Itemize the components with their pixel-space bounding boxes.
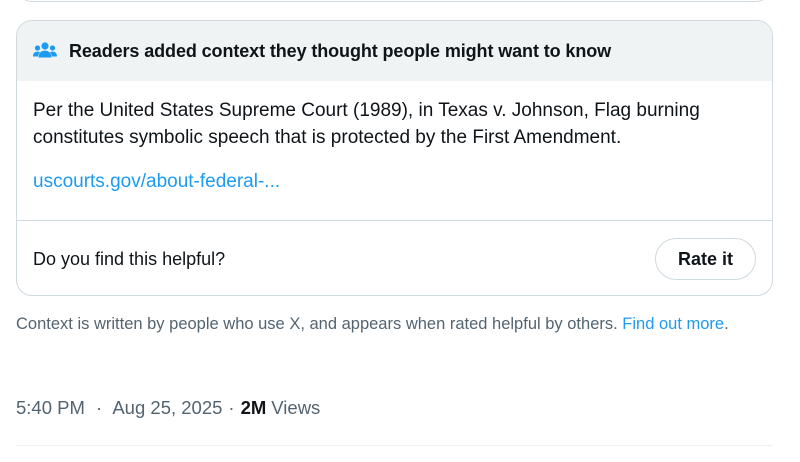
post-detail: Readers added context they thought peopl… <box>0 0 800 462</box>
divider <box>16 445 773 446</box>
post-time: 5:40 PM <box>16 397 85 418</box>
previous-card-edge <box>16 0 772 2</box>
post-timestamp-link[interactable]: 5:40 PM · Aug 25, 2025 <box>16 397 222 419</box>
rate-it-button[interactable]: Rate it <box>654 238 756 280</box>
meta-separator: · <box>96 397 103 418</box>
people-icon <box>33 41 57 61</box>
community-note-footer: Do you find this helpful? Rate it <box>17 221 772 295</box>
meta-separator: · <box>228 397 235 418</box>
views-label: Views <box>271 397 321 418</box>
views-count: 2M <box>240 397 267 418</box>
community-note-text: Per the United States Supreme Court (198… <box>33 100 700 148</box>
source-link[interactable]: uscourts.gov/about-federal-... <box>33 171 280 193</box>
context-disclaimer-suffix: . <box>724 315 729 333</box>
community-note-header: Readers added context they thought peopl… <box>17 21 772 81</box>
post-meta: 5:40 PM · Aug 25, 2025 · 2M Views <box>16 397 320 419</box>
community-note-card: Readers added context they thought peopl… <box>16 20 773 296</box>
helpful-question: Do you find this helpful? <box>33 248 226 269</box>
context-disclaimer-text: Context is written by people who use X, … <box>16 315 618 333</box>
community-note-title: Readers added context they thought peopl… <box>69 40 612 61</box>
community-note-body: Per the United States Supreme Court (198… <box>17 81 772 221</box>
find-out-more-link[interactable]: Find out more <box>622 315 724 333</box>
post-date: Aug 25, 2025 <box>112 397 223 418</box>
context-disclaimer: Context is written by people who use X, … <box>16 313 756 335</box>
